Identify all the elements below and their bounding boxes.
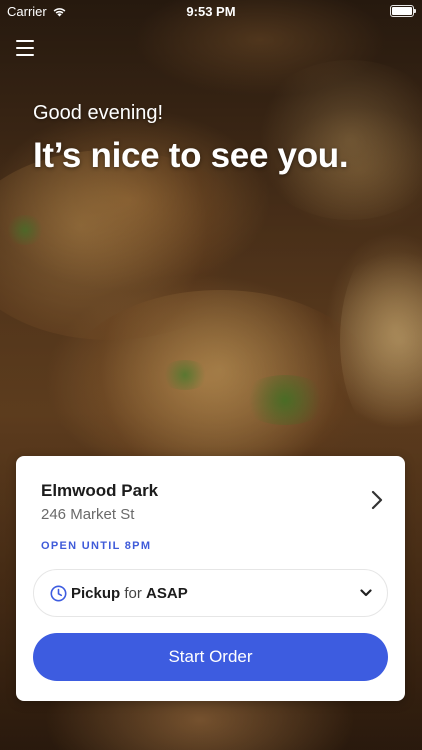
order-connector: for: [124, 585, 142, 602]
welcome-headline: It’s nice to see you.: [33, 136, 349, 175]
chevron-down-icon[interactable]: [360, 589, 372, 597]
greeting-text: Good evening!: [33, 102, 164, 124]
order-time: ASAP: [146, 585, 188, 602]
location-address: 246 Market St: [41, 506, 135, 523]
order-type-dropdown[interactable]: Pickup for ASAP: [33, 569, 388, 617]
order-mode: Pickup: [71, 585, 121, 602]
location-name: Elmwood Park: [41, 481, 159, 500]
start-order-button[interactable]: Start Order: [33, 633, 388, 681]
status-time: 9:53 PM: [186, 4, 236, 19]
battery-icon: [390, 5, 416, 17]
hamburger-menu-icon[interactable]: [16, 40, 34, 56]
location-card: Elmwood Park 246 Market St OPEN UNTIL 8P…: [16, 456, 405, 701]
location-selector[interactable]: Elmwood Park 246 Market St: [16, 456, 405, 536]
order-type-label: Pickup for ASAP: [71, 585, 188, 602]
chevron-right-icon[interactable]: [371, 490, 383, 510]
clock-icon: [50, 585, 67, 602]
open-status-badge: OPEN UNTIL 8PM: [41, 540, 152, 552]
status-bar: Carrier 9:53 PM: [0, 0, 422, 22]
